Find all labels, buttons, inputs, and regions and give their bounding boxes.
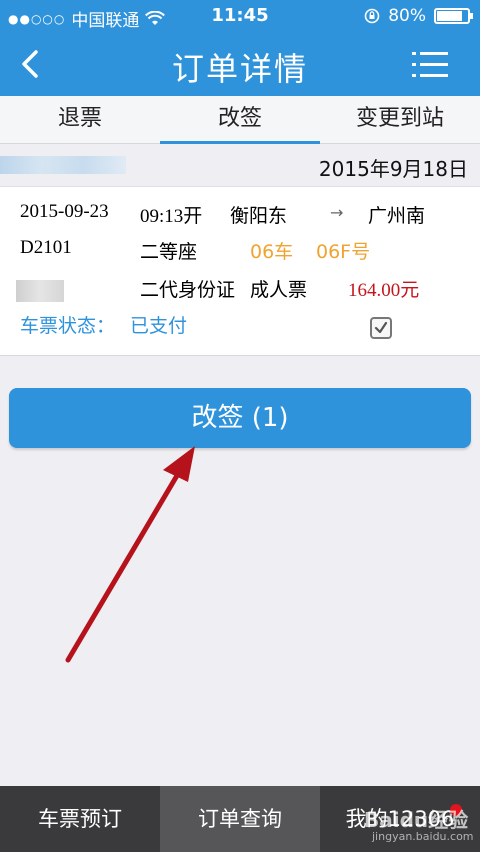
page-title: 订单详情 bbox=[171, 50, 308, 88]
seat-class: 二等座 bbox=[140, 241, 198, 263]
ticket-status-value: 已支付 bbox=[130, 315, 188, 337]
order-header: 2015年9月18日 bbox=[0, 145, 480, 185]
route-arrow-icon: → bbox=[330, 203, 344, 222]
id-type: 二代身份证 bbox=[140, 279, 236, 301]
status-bar: ●●○○○ 中国联通 11:45 80% bbox=[0, 0, 480, 32]
watermark-url: jingyan.baidu.com bbox=[372, 830, 474, 843]
to-station: 广州南 bbox=[368, 205, 426, 227]
travel-date: 2015-09-23 bbox=[20, 201, 109, 222]
watermark-brand: Baidu经验 bbox=[364, 808, 469, 832]
annotation-arrow-icon bbox=[65, 446, 195, 663]
ticket-price: 164.00元 bbox=[348, 280, 420, 301]
tab-refund[interactable]: 退票 bbox=[0, 96, 160, 143]
battery-percent: 80% bbox=[388, 6, 426, 26]
ticket-select-checkbox[interactable] bbox=[370, 317, 392, 339]
tab-change-ticket[interactable]: 改签 bbox=[160, 96, 320, 144]
menu-icon[interactable] bbox=[412, 50, 448, 80]
ticket-status-label: 车票状态： bbox=[20, 315, 116, 337]
order-date: 2015年9月18日 bbox=[318, 157, 468, 181]
tab-bar: 退票 改签 变更到站 bbox=[0, 96, 480, 144]
orientation-lock-icon bbox=[364, 8, 380, 24]
ticket-row-passenger: 二代身份证 成人票 164.00元 bbox=[0, 275, 480, 305]
ticket-card[interactable]: 2015-09-23 09:13开 衡阳东 → 广州南 D2101 二等座 06… bbox=[0, 186, 480, 356]
ticket-row-status: 车票状态： 已支付 bbox=[0, 311, 480, 341]
top-bar: ●●○○○ 中国联通 11:45 80% 订单详情 bbox=[0, 0, 480, 96]
bottom-nav-order-query[interactable]: 订单查询 bbox=[160, 786, 320, 852]
ticket-row-route: 2015-09-23 09:13开 衡阳东 → 广州南 bbox=[0, 201, 480, 231]
bottom-nav-book-tickets[interactable]: 车票预订 bbox=[0, 786, 160, 852]
redacted-order-number bbox=[0, 156, 126, 174]
battery-icon bbox=[434, 8, 473, 24]
from-station: 衡阳东 bbox=[230, 205, 288, 227]
ticket-row-seat: D2101 二等座 06车 06F号 bbox=[0, 237, 480, 267]
redacted-passenger-name bbox=[16, 280, 64, 302]
departure-time: 09:13开 bbox=[140, 206, 203, 227]
tab-change-destination[interactable]: 变更到站 bbox=[320, 96, 480, 143]
ticket-type: 成人票 bbox=[250, 279, 308, 301]
nav-bar: 订单详情 bbox=[0, 32, 480, 96]
car-number: 06车 bbox=[250, 241, 294, 263]
checkmark-icon bbox=[374, 321, 388, 334]
train-number: D2101 bbox=[20, 237, 72, 258]
watermark: Baidu经验 jingyan.baidu.com bbox=[364, 800, 474, 843]
seat-number: 06F号 bbox=[316, 241, 371, 263]
change-ticket-button[interactable]: 改签 (1) bbox=[9, 388, 471, 448]
